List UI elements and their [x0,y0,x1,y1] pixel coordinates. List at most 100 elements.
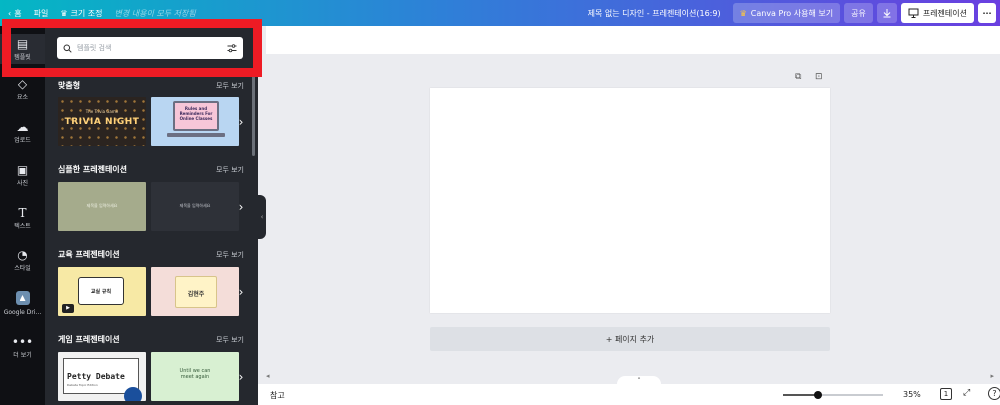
fullscreen-icon[interactable]: ⤢ [963,388,970,398]
rail-label-uploads: 업로드 [14,137,31,144]
present-button[interactable]: 프레젠테이션 [900,3,974,23]
thumb-title: Rules and Reminders For Online Classes [179,106,213,121]
download-icon [883,9,891,18]
template-search-box[interactable] [57,37,243,59]
play-icon: ▶ [62,304,74,313]
template-thumbnail[interactable]: 교실 규칙 ▶ [58,267,146,316]
crown-icon: ♛ [739,8,747,18]
template-thumbnail[interactable]: 제목을 입력하세요 [58,182,146,231]
section-title: 교육 프레젠테이션 [58,250,120,259]
zoom-level[interactable]: 35% [903,390,921,399]
template-thumbnail[interactable]: Until we can meet again [151,352,239,401]
see-all-link[interactable]: 모두 보기 [216,250,244,260]
canva-editor: ‹ 홈 파일 ♛ 크기 조정 변경 내용이 모두 저장됨 제목 없는 디자인 -… [0,0,1000,405]
template-thumbnail[interactable]: 김현주 [151,267,239,316]
see-all-link[interactable]: 모두 보기 [216,81,244,91]
zoom-slider-handle[interactable] [814,391,822,399]
add-page-button[interactable]: + 페이지 추가 [430,327,830,351]
present-label: 프레젠테이션 [922,8,967,18]
cloud-upload-icon: ☁ [16,120,29,134]
rail-item-elements[interactable]: ◇ 요소 [0,78,45,102]
resize-label: 크기 조정 [70,8,103,18]
chevron-left-icon: ‹ [8,8,12,18]
share-button[interactable]: 공유 [844,3,873,23]
zoom-slider-fill [783,394,818,396]
text-icon: T [18,206,27,220]
chevron-left-icon: ‹ [260,213,264,221]
carousel-next-icon[interactable]: › [234,97,248,146]
add-page-icon[interactable]: ⊡ [815,72,823,82]
rail-label-more: 더 보기 [13,352,32,359]
rail-label-google-drive: Google Dri... [3,309,42,316]
decor-circle [124,387,142,401]
share-label: 공유 [851,8,866,18]
resize-button[interactable]: ♛ 크기 조정 [54,0,108,26]
section-title: 게임 프레젠테이션 [58,335,120,344]
google-drive-icon [15,291,30,305]
file-label: 파일 [33,8,49,18]
template-thumbnail[interactable]: The Trivia Game TRIVIA NIGHT [58,97,146,146]
duplicate-page-icon[interactable]: ⧉ [795,72,801,82]
see-all-link[interactable]: 모두 보기 [216,165,244,175]
rail-item-google-drive[interactable]: Google Dri... [0,291,45,316]
crown-icon: ♛ [60,8,68,18]
filter-icon[interactable] [227,43,237,53]
file-menu[interactable]: 파일 [28,0,55,26]
thumb-title: TRIVIA NIGHT [64,117,140,127]
zoom-slider[interactable] [783,391,883,399]
download-button[interactable] [876,3,897,23]
see-all-link[interactable]: 모두 보기 [216,335,244,345]
present-icon [908,8,919,18]
template-thumbnail[interactable]: 제목을 입력하세요 [151,182,239,231]
template-search-input[interactable] [77,44,227,52]
save-status: 변경 내용이 모두 저장됨 [114,8,196,18]
panel-scrollbar[interactable] [252,76,255,156]
rail-item-more[interactable]: ••• 더 보기 [0,335,45,360]
canvas-workspace: ⧉ ⊡ + 페이지 추가 ◂ ▸ ˄ [266,26,1000,386]
thumb-subtitle: Debate Topic Edition [67,383,98,387]
home-label: 홈 [14,8,22,18]
rail-label-text: 텍스트 [14,223,31,230]
try-pro-button[interactable]: ♛ Canva Pro 사용해 보기 [732,3,841,23]
document-title[interactable]: 제목 없는 디자인 - 프레젠테이션(16:9) [588,8,721,19]
rail-item-photos[interactable]: ▣ 사진 [0,163,45,188]
more-options-label: ··· [982,8,992,18]
rail-label-styles: 스타일 [14,265,31,272]
more-dots-icon: ••• [11,335,34,349]
image-icon: ▣ [16,163,29,177]
thumb-title: 교실 규칙 [90,289,112,295]
design-page[interactable] [430,88,830,313]
section-title: 심플한 프레젠테이션 [58,165,128,174]
rail-label-elements: 요소 [16,94,29,101]
template-thumbnail[interactable]: Rules and Reminders For Online Classes [151,97,239,146]
more-options-button[interactable]: ··· [978,3,996,23]
rail-label-templates: 템플릿 [14,54,31,61]
notes-button[interactable]: 참고 [270,390,285,401]
help-icon[interactable]: ? [988,387,1000,400]
thumb-title: Petty Debate [67,372,125,381]
laptop-base [167,133,225,137]
templates-panel: 맞춤형 모두 보기 The Trivia Game TRIVIA NIGHT R… [45,26,258,405]
collapse-panel-handle[interactable]: ‹ [258,195,266,239]
try-pro-label: Canva Pro 사용해 보기 [750,8,834,18]
carousel-next-icon[interactable]: › [234,267,248,316]
rail-item-templates[interactable]: ▤ 템플릿 [0,34,45,64]
carousel-next-icon[interactable]: › [234,182,248,231]
thumb-title: 제목을 입력하세요 [86,203,118,208]
template-thumbnail[interactable]: Petty Debate Debate Topic Edition [58,352,146,401]
rail-item-uploads[interactable]: ☁ 업로드 [0,120,45,145]
bottom-bar: 참고 35% 1 ⤢ ? [258,384,1000,405]
editor-toolbar [266,26,1000,54]
page-count-icon[interactable]: 1 [940,388,952,400]
carousel-next-icon[interactable]: › [234,352,248,401]
thumb-title: 제목을 입력하세요 [179,203,211,208]
search-icon [63,44,72,53]
home-button[interactable]: ‹ 홈 [0,0,28,26]
side-navigation: ▤ 템플릿 ◇ 요소 ☁ 업로드 ▣ 사진 T 텍스트 ◔ 스타일 Google… [0,26,45,405]
rail-item-text[interactable]: T 텍스트 [0,206,45,231]
top-bar: ‹ 홈 파일 ♛ 크기 조정 변경 내용이 모두 저장됨 제목 없는 디자인 -… [0,0,1000,26]
thumb-caption: The Trivia Game [85,109,119,114]
scroll-left-icon[interactable]: ◂ [266,372,270,380]
rail-item-styles[interactable]: ◔ 스타일 [0,249,45,273]
scroll-right-icon[interactable]: ▸ [990,372,994,380]
